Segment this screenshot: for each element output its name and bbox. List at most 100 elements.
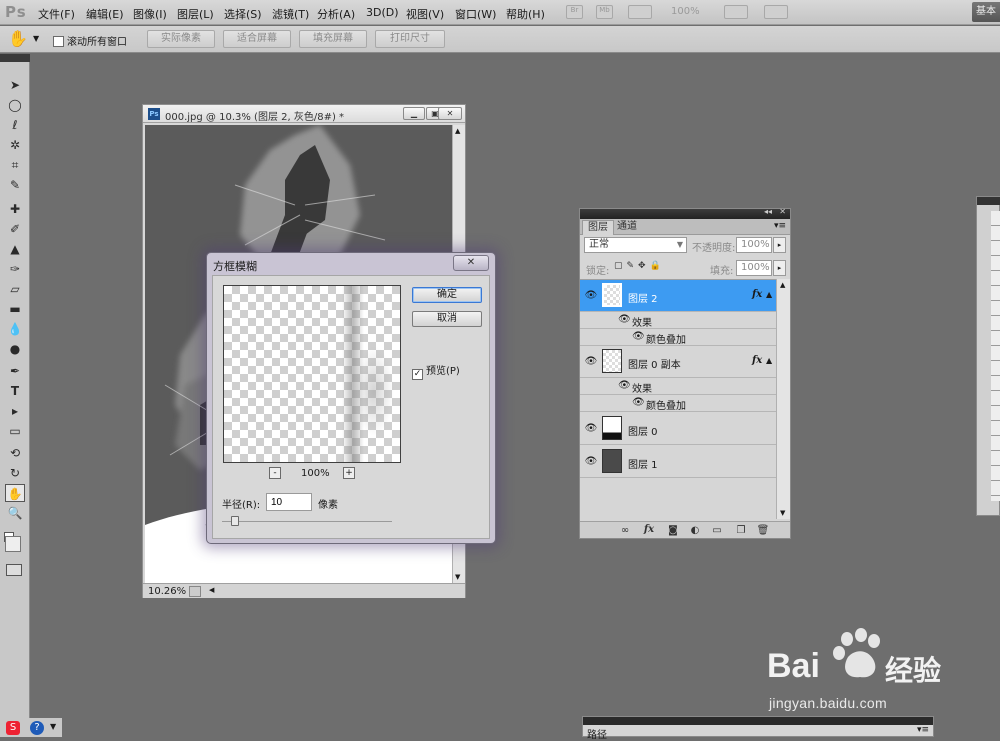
effects-eye-icon[interactable]: 👁 — [618, 314, 631, 325]
fx-icon[interactable]: fx — [642, 524, 656, 537]
actual-pixels-button[interactable]: 实际像素 — [147, 30, 215, 48]
fill-slider-arrow-icon[interactable]: ▸ — [773, 260, 786, 276]
panel-strip-swatches[interactable] — [991, 211, 1000, 501]
scroll-up-icon[interactable]: ▲ — [455, 127, 460, 135]
zoom-level[interactable]: 100% — [671, 6, 700, 17]
scroll-up-icon[interactable]: ▲ — [780, 281, 785, 289]
screen-mode-icon[interactable] — [764, 5, 788, 19]
workspace-switcher[interactable]: 基本 — [972, 2, 1000, 22]
tab-paths[interactable]: 路径 — [587, 726, 607, 741]
fill-input[interactable]: 100% — [736, 260, 772, 276]
menu-layer[interactable]: 图层(L) — [177, 6, 214, 22]
clone-stamp-tool-icon[interactable]: ▲ — [5, 240, 25, 258]
layer-effects-row[interactable]: 👁 效果 — [580, 312, 776, 329]
history-brush-tool-icon[interactable]: ✑ — [5, 260, 25, 278]
group-icon[interactable]: ▭ — [710, 524, 724, 537]
brush-tool-icon[interactable]: ✐ — [5, 220, 25, 238]
marquee-tool-icon[interactable]: ◯ — [5, 96, 25, 114]
lasso-tool-icon[interactable]: ℓ — [5, 116, 25, 134]
move-tool-icon[interactable]: ➤ — [5, 76, 25, 94]
expand-effects-icon[interactable]: ▲ — [766, 290, 772, 299]
layer-row-layer-0[interactable]: 👁 图层 0 — [580, 412, 776, 445]
layer-name[interactable]: 图层 2 — [628, 290, 658, 305]
fit-screen-button[interactable]: 适合屏幕 — [223, 30, 291, 48]
layer-name[interactable]: 图层 1 — [628, 456, 658, 471]
effect-eye-icon[interactable]: 👁 — [632, 397, 645, 408]
checkbox-icon[interactable] — [53, 36, 64, 47]
menu-file[interactable]: 文件(F) — [38, 6, 75, 22]
fx-icon[interactable]: fx — [752, 355, 762, 366]
layer-row-layer-2[interactable]: 👁 图层 2 fx ▲ — [580, 280, 776, 312]
checkmark-icon[interactable]: ✓ — [412, 369, 423, 380]
collapse-icon[interactable]: ◂◂ — [764, 207, 772, 216]
type-tool-icon[interactable]: T — [5, 382, 25, 400]
menu-filter[interactable]: 滤镜(T) — [272, 6, 309, 22]
preview-zoom-in-button[interactable]: + — [343, 467, 355, 479]
pen-tool-icon[interactable]: ✒ — [5, 362, 25, 380]
tools-panel-header[interactable] — [0, 54, 30, 62]
panel-menu-icon[interactable]: ▾≡ — [774, 221, 786, 231]
radius-slider-knob[interactable] — [230, 516, 239, 526]
arrange-documents-icon[interactable] — [724, 5, 748, 19]
cancel-button[interactable]: 取消 — [412, 311, 482, 327]
chevron-down-icon[interactable]: ▼ — [50, 722, 56, 731]
preview-checkbox[interactable]: ✓ 预览(P) — [412, 362, 460, 380]
menu-edit[interactable]: 编辑(E) — [86, 6, 124, 22]
layers-scrollbar[interactable]: ▲ ▼ — [776, 279, 790, 519]
menu-analysis[interactable]: 分析(A) — [317, 6, 355, 22]
mask-icon[interactable]: ◙ — [666, 524, 680, 537]
gradient-tool-icon[interactable]: ▬ — [5, 300, 25, 318]
document-titlebar[interactable]: Ps 000.jpg @ 10.3% (图层 2, 灰色/8#) * ▁ ▣ ✕ — [143, 105, 465, 123]
help-icon[interactable]: ? — [30, 721, 44, 735]
ok-button[interactable]: 确定 — [412, 287, 482, 303]
eye-icon[interactable]: 👁 — [584, 455, 598, 469]
scroll-left-icon[interactable]: ◀ — [209, 586, 214, 594]
hand-tool-icon[interactable]: ✋ — [8, 30, 28, 48]
shape-tool-icon[interactable]: ▭ — [5, 422, 25, 440]
eye-icon[interactable]: 👁 — [584, 355, 598, 369]
link-icon[interactable]: ∞ — [618, 524, 632, 537]
path-selection-tool-icon[interactable]: ▸ — [5, 402, 25, 420]
trash-icon[interactable]: 🗑 — [756, 524, 770, 537]
expand-effects-icon[interactable]: ▲ — [766, 356, 772, 365]
eye-icon[interactable]: 👁 — [584, 422, 598, 436]
adjustment-icon[interactable]: ◐ — [688, 524, 702, 537]
minimize-button[interactable]: ▁ — [403, 107, 425, 120]
status-menu-icon[interactable] — [189, 586, 201, 597]
dodge-tool-icon[interactable]: ● — [5, 340, 25, 358]
blur-tool-icon[interactable]: 💧 — [5, 320, 25, 338]
quick-selection-tool-icon[interactable]: ✲ — [5, 136, 25, 154]
tab-channels[interactable]: 通道 — [612, 220, 642, 235]
menu-select[interactable]: 选择(S) — [224, 6, 262, 22]
fx-icon[interactable]: fx — [752, 289, 762, 300]
opacity-input[interactable]: 100% — [736, 237, 772, 253]
print-size-button[interactable]: 打印尺寸 — [375, 30, 445, 48]
hand-tool-active-icon[interactable]: ✋ — [5, 484, 25, 502]
view-extras-icon[interactable] — [628, 5, 652, 19]
effect-eye-icon[interactable]: 👁 — [632, 331, 645, 342]
tool-preset-chevron-icon[interactable]: ▼ — [33, 34, 39, 43]
menu-image[interactable]: 图像(I) — [133, 6, 167, 22]
eyedropper-tool-icon[interactable]: ✎ — [5, 176, 25, 194]
foreground-color-swatch[interactable] — [5, 536, 21, 552]
dialog-close-button[interactable]: ✕ — [453, 255, 489, 271]
layers-panel-header[interactable]: ◂◂ ✕ — [580, 207, 790, 219]
crop-tool-icon[interactable]: ⌗ — [5, 156, 25, 174]
radius-slider-track[interactable] — [222, 521, 392, 522]
fill-screen-button[interactable]: 填充屏幕 — [299, 30, 367, 48]
color-overlay-row[interactable]: 👁 颜色叠加 — [580, 329, 776, 346]
close-button[interactable]: ✕ — [438, 107, 462, 120]
new-layer-icon[interactable]: ❐ — [734, 524, 748, 537]
scroll-down-icon[interactable]: ▼ — [455, 573, 460, 581]
color-overlay-row[interactable]: 👁 颜色叠加 — [580, 395, 776, 412]
layer-name[interactable]: 图层 0 — [628, 423, 658, 438]
layer-row-layer-0-copy[interactable]: 👁 图层 0 副本 fx ▲ — [580, 346, 776, 378]
panel-close-icon[interactable]: ✕ — [779, 207, 786, 216]
opacity-slider-arrow-icon[interactable]: ▸ — [773, 237, 786, 253]
eraser-tool-icon[interactable]: ▱ — [5, 280, 25, 298]
3d-orbit-tool-icon[interactable]: ↻ — [5, 464, 25, 482]
lock-icons[interactable]: ▢✎✥🔒 — [614, 261, 665, 271]
bridge-icon[interactable]: Br — [566, 5, 583, 19]
effects-eye-icon[interactable]: 👁 — [618, 380, 631, 391]
eye-icon[interactable]: 👁 — [584, 289, 598, 303]
